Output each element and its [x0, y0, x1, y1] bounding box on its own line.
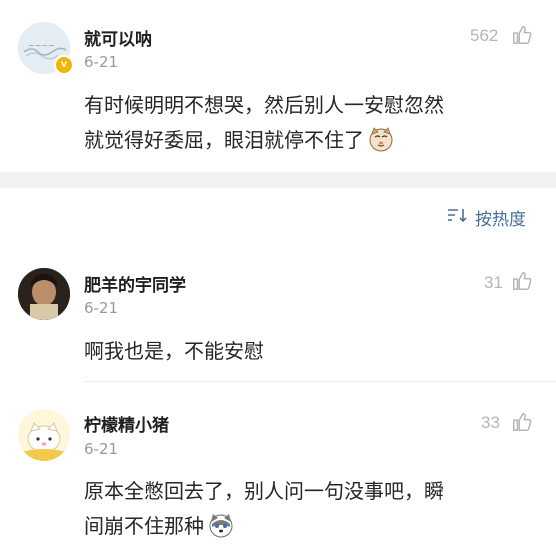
reply-author[interactable]: 柠檬精小猪 — [84, 411, 169, 436]
section-divider — [0, 172, 556, 188]
verified-badge-icon: v — [54, 55, 74, 75]
comment-author[interactable]: 就可以呐 — [84, 25, 152, 50]
cat-emoji-icon — [368, 126, 394, 163]
sort-icon — [447, 207, 469, 228]
reply-text-line: 间崩不住那种 — [84, 514, 204, 538]
comment-text-line: 有时候明明不想哭，然后别人一安慰忽然 — [84, 93, 444, 117]
comment-text: 有时候明明不想哭，然后别人一安慰忽然 就觉得好委屈，眼泪就停不住了 — [84, 88, 544, 163]
thumbs-up-icon[interactable] — [511, 24, 533, 50]
reply-date: 6-21 — [84, 299, 119, 317]
like-count: 562 — [470, 26, 499, 45]
reply-text-line: 原本全憋回去了，别人问一句没事吧，瞬 — [84, 479, 444, 503]
comment-text-line: 就觉得好委屈，眼泪就停不住了 — [84, 128, 364, 152]
thumbs-up-icon[interactable] — [511, 411, 533, 437]
avatar[interactable] — [18, 409, 70, 461]
comment-date: 6-21 — [84, 53, 119, 71]
husky-emoji-icon — [208, 512, 234, 549]
reply-author[interactable]: 肥羊的宇同学 — [84, 271, 186, 296]
sort-label: 按热度 — [475, 210, 526, 230]
reply-text: 原本全憋回去了，别人问一句没事吧，瞬 间崩不住那种 — [84, 474, 544, 549]
like-count: 33 — [481, 413, 500, 432]
reply-text: 啊我也是，不能安慰 — [84, 339, 264, 363]
like-count: 31 — [484, 273, 503, 292]
sort-by-hot-button[interactable]: 按热度 — [447, 205, 526, 230]
thumbs-up-icon[interactable] — [511, 270, 533, 296]
divider — [84, 381, 556, 382]
avatar[interactable] — [18, 268, 70, 320]
svg-text:~~~~: ~~~~ — [28, 41, 55, 50]
reply-date: 6-21 — [84, 440, 119, 458]
